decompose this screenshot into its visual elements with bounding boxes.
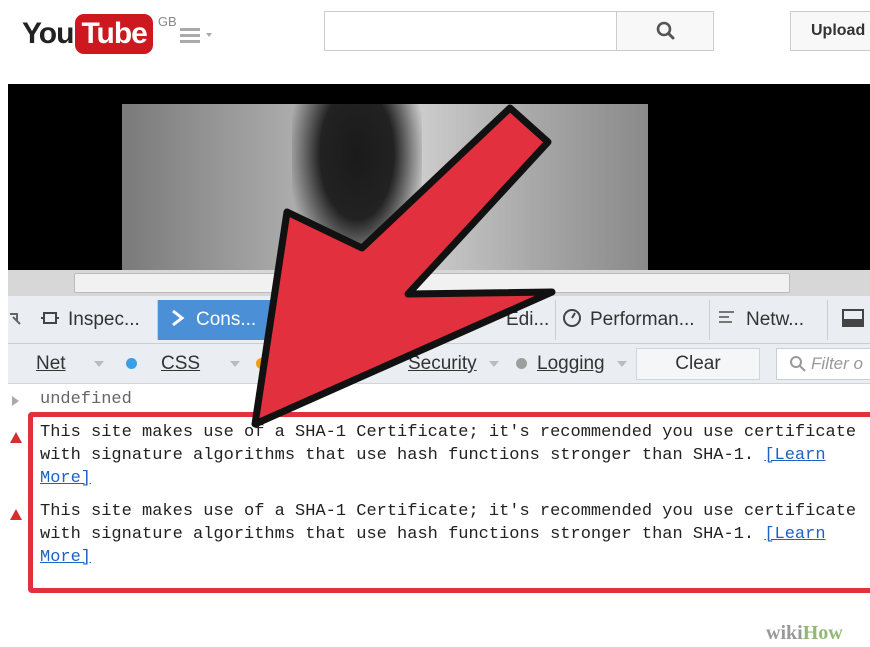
chevron-down-icon	[616, 360, 627, 367]
chevron-down-icon	[488, 360, 499, 367]
scrollbar-thumb[interactable]	[74, 273, 790, 293]
tab-network[interactable]: Netw...	[710, 300, 828, 340]
wikihow-how: How	[802, 622, 843, 644]
tab-performance[interactable]: Performan...	[556, 300, 710, 340]
filter-logging-label: Logging	[537, 353, 605, 374]
upload-button[interactable]: Upload	[790, 11, 870, 51]
tab-performance-label: Performan...	[590, 309, 695, 330]
console-result-undefined: undefined	[40, 390, 132, 409]
filter-css-label: CSS	[161, 353, 201, 374]
search-icon	[656, 21, 675, 40]
filter-security-button[interactable]: Security	[408, 348, 499, 380]
highlight-box	[28, 412, 870, 593]
filter-logging-button[interactable]: Logging	[516, 348, 627, 380]
warning-icon	[10, 432, 22, 443]
filter-js-button[interactable]	[256, 348, 277, 380]
inspector-icon	[40, 300, 60, 340]
tab-console-label: Cons...	[196, 309, 257, 330]
video-player[interactable]	[8, 84, 870, 270]
network-icon	[718, 300, 738, 340]
filter-net-button[interactable]: Net	[36, 348, 104, 380]
logo-tube-text: Tube	[75, 14, 153, 54]
video-frame	[122, 104, 648, 270]
wikihow-wiki: wiki	[766, 622, 803, 644]
tab-inspector-label: Inspec...	[68, 309, 140, 330]
filter-security-label: Security	[408, 353, 477, 374]
split-console-icon[interactable]	[828, 300, 870, 340]
youtube-logo[interactable]: You Tube GB	[22, 14, 177, 54]
js-dot-icon	[256, 358, 267, 370]
performance-icon	[562, 300, 582, 340]
horizontal-scrollbar[interactable]	[8, 270, 870, 296]
logging-dot-icon	[516, 358, 527, 370]
logo-you-text: You	[22, 17, 74, 50]
youtube-header: You Tube GB Upload	[0, 0, 870, 72]
devtools-toolbar: Inspec... Cons... Edi... Performan... Ne…	[8, 296, 870, 344]
console-icon	[168, 300, 188, 340]
pick-element-icon[interactable]	[8, 300, 30, 340]
filter-output-input[interactable]: Filter o	[776, 348, 870, 380]
tab-console[interactable]: Cons...	[158, 300, 274, 340]
chevron-down-icon	[93, 360, 104, 367]
warning-icon	[10, 509, 22, 520]
tab-style-editor-label: Edi...	[506, 309, 550, 330]
css-dot-icon	[126, 358, 137, 370]
guide-menu-icon[interactable]	[180, 24, 214, 46]
tab-style-editor[interactable]: Edi...	[274, 300, 556, 340]
chevron-right-icon	[12, 396, 19, 406]
search-button[interactable]	[616, 11, 714, 51]
console-output: undefined This site makes use of a SHA-1…	[8, 384, 870, 647]
search-input[interactable]	[324, 11, 616, 51]
filter-net-label: Net	[36, 353, 66, 374]
tab-inspector[interactable]: Inspec...	[30, 300, 158, 340]
wikihow-watermark: wikiHow	[766, 622, 843, 645]
filter-output-placeholder: Filter o	[811, 354, 863, 373]
tab-network-label: Netw...	[746, 309, 805, 330]
filter-css-button[interactable]: CSS	[126, 348, 241, 380]
country-code: GB	[157, 14, 177, 29]
console-filter-bar: Net CSS Security Logging Clear Filter o	[8, 344, 870, 384]
search-icon	[790, 356, 806, 372]
video-figure	[292, 104, 422, 270]
clear-button[interactable]: Clear	[636, 348, 760, 380]
chevron-down-icon	[230, 360, 241, 367]
